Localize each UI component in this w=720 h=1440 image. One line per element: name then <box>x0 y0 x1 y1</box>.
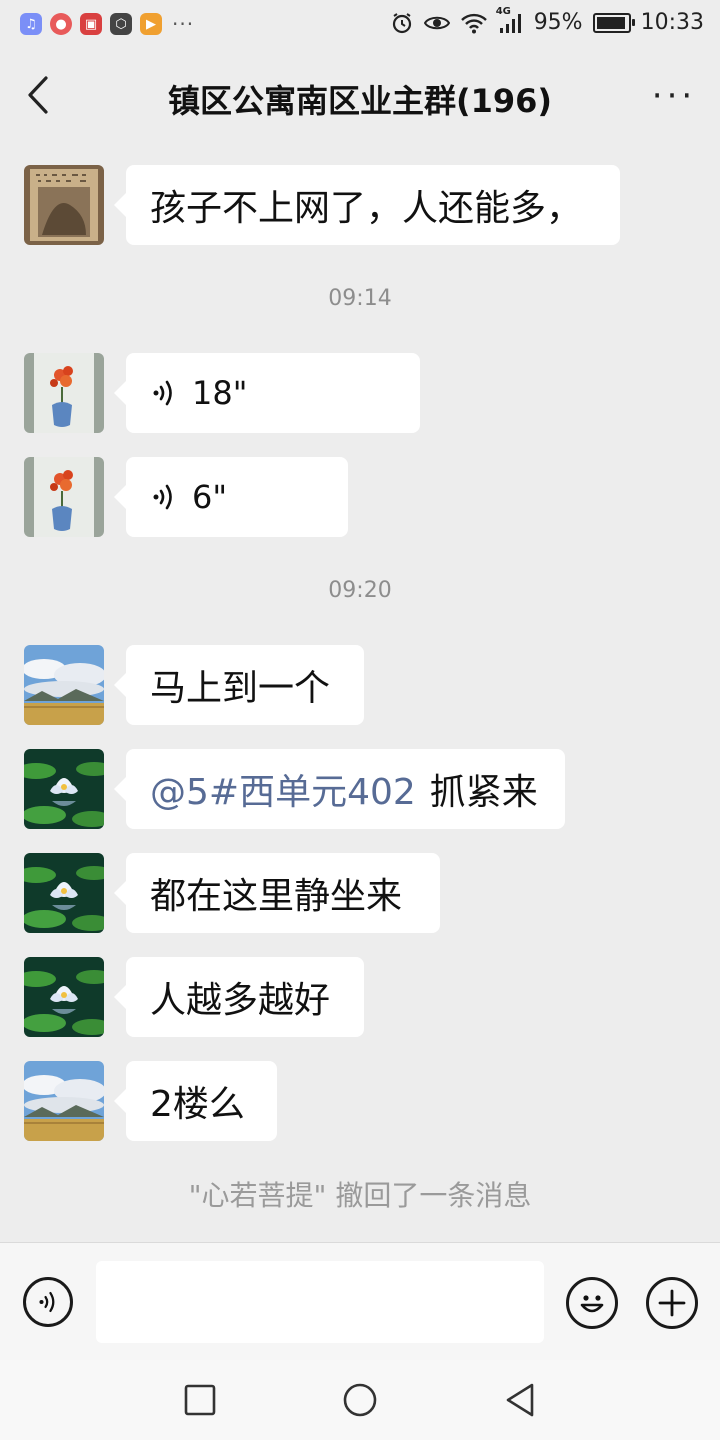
text-message-bubble[interactable]: 都在这里静坐来 <box>114 853 440 933</box>
user-mention-link[interactable]: @5#西单元402 <box>150 763 416 815</box>
text-message-bubble[interactable]: 马上到一个 <box>114 645 364 725</box>
voice-duration: 18" <box>192 374 248 412</box>
battery-icon <box>592 12 635 33</box>
voice-duration: 6" <box>192 478 228 516</box>
text-message-bubble[interactable]: 2楼么 <box>114 1061 277 1141</box>
voice-wave-icon <box>39 1291 55 1313</box>
smiley-icon <box>580 1295 604 1313</box>
alarm-icon <box>392 12 411 33</box>
square-icon <box>184 1384 216 1416</box>
status-bar: ♫ ● ▣ ⬡ ▶ ··· 4G 95% 10:33 <box>0 0 720 50</box>
mention-message-bubble[interactable]: @5#西单元402 抓紧来 <box>114 749 565 829</box>
lotus-avatar[interactable] <box>24 749 104 829</box>
voice-wave-icon <box>153 380 172 406</box>
timestamp: 09:20 <box>328 578 392 603</box>
back-arrow-icon <box>28 76 48 114</box>
calligraphy-avatar[interactable] <box>24 165 104 245</box>
notification-overflow: ··· <box>172 12 195 36</box>
notification-icons: ♫ ● ▣ ⬡ ▶ ··· <box>20 12 194 36</box>
triangle-back-icon <box>506 1383 534 1417</box>
landscape-avatar[interactable] <box>24 1061 104 1141</box>
text-message-bubble[interactable]: 孩子不上网了，人还能多， <box>114 165 620 245</box>
network-type: 4G <box>495 5 511 17</box>
message-text: 抓紧来 <box>429 772 538 813</box>
back-nav-button[interactable] <box>500 1380 540 1420</box>
red-app-icon-1: ● <box>50 13 72 35</box>
flower-vase-avatar[interactable] <box>24 457 104 537</box>
more-options-button[interactable]: ··· <box>646 74 702 118</box>
play-app-icon: ▶ <box>140 13 162 35</box>
back-button[interactable] <box>20 70 60 120</box>
signal-indicator: 4G <box>496 6 524 34</box>
more-functions-button[interactable] <box>646 1277 698 1329</box>
recent-apps-button[interactable] <box>180 1380 220 1420</box>
message-text: 都在这里静坐来 <box>150 876 403 917</box>
chat-title: 镇区公寓南区业主群(196) <box>167 82 553 120</box>
status-right: 4G 95% 10:33 <box>390 6 704 35</box>
lotus-avatar[interactable] <box>24 853 104 933</box>
message-text: 人越多越好 <box>150 980 331 1021</box>
battery-percent: 95% <box>533 10 583 35</box>
emoji-button[interactable] <box>566 1277 618 1329</box>
eye-icon <box>423 16 450 29</box>
system-navigation-bar <box>0 1360 720 1440</box>
wifi-icon <box>460 13 487 33</box>
landscape-avatar[interactable] <box>24 645 104 725</box>
timestamp: 09:14 <box>328 286 392 311</box>
voice-message-bubble[interactable]: 6" <box>114 457 348 537</box>
message-text: 孩子不上网了，人还能多， <box>150 188 583 229</box>
voice-wave-icon <box>153 484 172 510</box>
message-list[interactable]: 孩子不上网了，人还能多， 09:14 18" 6" 09:20 马上到一个 @5… <box>0 144 720 1242</box>
lotus-avatar[interactable] <box>24 957 104 1037</box>
chat-header: 镇区公寓南区业主群(196) ··· <box>0 50 720 144</box>
voice-input-button[interactable] <box>23 1277 73 1327</box>
recall-notice: "心若菩提" 撤回了一条消息 <box>188 1179 532 1212</box>
input-bar <box>0 1242 720 1361</box>
message-text: 2楼么 <box>150 1084 245 1125</box>
hexagon-app-icon: ⬡ <box>110 13 132 35</box>
home-button[interactable] <box>340 1380 380 1420</box>
circle-icon <box>343 1383 377 1417</box>
text-message-bubble[interactable]: 人越多越好 <box>114 957 364 1037</box>
flower-vase-avatar[interactable] <box>24 353 104 433</box>
red-app-icon-2: ▣ <box>80 13 102 35</box>
message-input[interactable] <box>96 1261 544 1343</box>
plus-icon <box>658 1289 686 1317</box>
music-app-icon: ♫ <box>20 13 42 35</box>
voice-message-bubble[interactable]: 18" <box>114 353 420 433</box>
clock: 10:33 <box>640 10 704 35</box>
message-text: 马上到一个 <box>150 668 331 709</box>
